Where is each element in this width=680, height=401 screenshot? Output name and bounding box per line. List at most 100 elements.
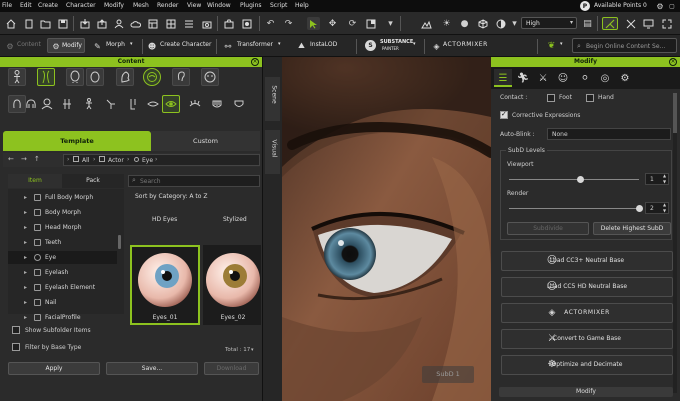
redo-icon[interactable]: ↷ bbox=[282, 17, 295, 30]
gizmo-toggle-icon[interactable] bbox=[602, 17, 618, 30]
settings-icon[interactable]: ⚙ bbox=[619, 72, 631, 84]
menu-edit[interactable]: Edit bbox=[20, 2, 32, 9]
screenshot-icon[interactable] bbox=[222, 17, 235, 30]
load-cc3-neutral-base-button[interactable]: ☺ Load CC3+ Neutral Base bbox=[501, 251, 673, 271]
breadcrumb-all[interactable]: All bbox=[82, 157, 89, 164]
tree-expand-icon[interactable]: ▸ bbox=[24, 251, 27, 264]
auto-blink-select[interactable]: None bbox=[547, 128, 671, 140]
undo-icon[interactable]: ↶ bbox=[264, 17, 277, 30]
up-arrow-icon[interactable]: ↑ bbox=[34, 155, 40, 163]
category-tongue-icon[interactable] bbox=[230, 95, 248, 113]
cloud-icon[interactable] bbox=[129, 17, 142, 30]
hand-checkbox[interactable] bbox=[586, 94, 594, 102]
category-teeth-icon[interactable] bbox=[208, 95, 226, 113]
modify-scrollbar[interactable] bbox=[673, 93, 677, 133]
substance-dropdown-icon[interactable]: ▾ bbox=[413, 41, 416, 47]
list-icon[interactable] bbox=[182, 17, 195, 30]
spin-up-icon[interactable]: ▲ bbox=[663, 202, 666, 207]
category-eye-icon[interactable] bbox=[162, 95, 180, 113]
menu-plugins[interactable]: Plugins bbox=[240, 2, 262, 9]
render-preview-icon[interactable] bbox=[240, 17, 253, 30]
breadcrumb-actor[interactable]: Actor bbox=[108, 157, 124, 164]
transform-menu-icon[interactable]: ▾ bbox=[384, 17, 397, 30]
tab-item[interactable]: Item bbox=[8, 174, 62, 188]
category-mask-icon[interactable] bbox=[201, 68, 219, 86]
download-button[interactable]: Download bbox=[204, 362, 259, 375]
category-neck-icon[interactable] bbox=[58, 95, 76, 113]
category-head-icon[interactable] bbox=[66, 68, 84, 86]
layout-icon[interactable] bbox=[146, 17, 159, 30]
convert-to-game-base-button[interactable]: ⚔ Convert to Game Base bbox=[501, 329, 673, 349]
category-ear-icon[interactable] bbox=[172, 68, 190, 86]
breadcrumb-eye[interactable]: Eye bbox=[142, 157, 153, 164]
pose-icon[interactable]: 🏃︎ bbox=[517, 72, 530, 84]
thumb-eyes-02[interactable]: Eyes_02 bbox=[203, 245, 261, 325]
actormixer-button[interactable]: ◈ ACTORMIXER bbox=[501, 303, 673, 323]
category-arm-icon[interactable] bbox=[102, 95, 120, 113]
move-icon[interactable]: ✥ bbox=[326, 17, 339, 30]
material-icon[interactable]: ⚪ bbox=[579, 72, 591, 84]
export-icon[interactable] bbox=[95, 17, 108, 30]
shading-icon[interactable] bbox=[494, 17, 507, 30]
tab-scene[interactable]: Scene bbox=[265, 77, 280, 121]
close-icon[interactable]: × bbox=[669, 58, 677, 66]
menu-render[interactable]: Render bbox=[157, 2, 178, 9]
load-cc5-hd-neutral-base-button[interactable]: ☺ Load CC5 HD Neutral Base bbox=[501, 277, 673, 297]
viewport-slider-thumb[interactable] bbox=[577, 176, 584, 183]
instalod-button[interactable]: InstaLOD bbox=[310, 41, 337, 48]
quality-select[interactable]: High ▾ bbox=[521, 17, 577, 29]
modify-toggle[interactable]: ⚙ Modify bbox=[47, 38, 85, 53]
category-lips-icon[interactable] bbox=[144, 95, 162, 113]
category-skin-icon[interactable] bbox=[38, 95, 56, 113]
home-icon[interactable] bbox=[4, 17, 17, 30]
sort-label[interactable]: Sort by Category: A to Z bbox=[135, 193, 207, 200]
motion-icon[interactable]: ⚔ bbox=[537, 72, 549, 84]
tree-expand-icon[interactable]: ▸ bbox=[24, 281, 27, 294]
category-face-icon[interactable] bbox=[86, 68, 104, 86]
render-spinbox[interactable]: 2 ▲ ▼ bbox=[645, 202, 669, 214]
category-figure-icon[interactable] bbox=[80, 95, 98, 113]
category-eye-region-icon[interactable] bbox=[143, 68, 161, 86]
actormixer-button[interactable]: ACTORMIXER bbox=[443, 41, 488, 48]
viewport-spinbox[interactable]: 1 ▲ ▼ bbox=[645, 173, 669, 185]
apply-button[interactable]: Apply bbox=[8, 362, 100, 375]
physics-icon[interactable]: ◎ bbox=[599, 72, 611, 84]
new-file-icon[interactable] bbox=[22, 17, 35, 30]
sphere-icon[interactable]: ● bbox=[458, 17, 471, 30]
camera-icon[interactable] bbox=[200, 17, 213, 30]
tree-expand-icon[interactable]: ▸ bbox=[24, 296, 27, 309]
open-folder-icon[interactable] bbox=[39, 17, 52, 30]
content-toggle[interactable]: Content bbox=[17, 41, 41, 48]
morph-button[interactable]: Morph bbox=[106, 41, 125, 48]
morph-dropdown-icon[interactable]: ▾ bbox=[130, 41, 133, 47]
category-body-icon[interactable] bbox=[37, 68, 55, 86]
tree-item[interactable]: ▸ FacialProfile bbox=[8, 311, 117, 324]
category-full-body-icon[interactable] bbox=[8, 68, 26, 86]
category-eyelash-icon[interactable] bbox=[186, 95, 204, 113]
attribute-tab[interactable]: ☰ bbox=[494, 69, 512, 87]
category-leg-icon[interactable] bbox=[124, 95, 142, 113]
terrain-icon[interactable] bbox=[420, 17, 433, 30]
category-profile-icon[interactable] bbox=[116, 68, 134, 86]
spin-up-icon[interactable]: ▲ bbox=[663, 173, 666, 178]
transformer-button[interactable]: Transformer bbox=[237, 41, 273, 48]
quality-settings-icon[interactable]: ▤ bbox=[581, 17, 594, 30]
tree-expand-icon[interactable]: ▸ bbox=[24, 221, 27, 234]
points-expand-icon[interactable]: ▢ bbox=[667, 1, 677, 11]
forward-arrow-icon[interactable]: → bbox=[21, 155, 27, 163]
save-icon[interactable] bbox=[56, 17, 69, 30]
spin-down-icon[interactable]: ▼ bbox=[663, 208, 666, 213]
tree-scrollbar[interactable] bbox=[118, 235, 121, 249]
fullscreen-icon[interactable] bbox=[660, 17, 673, 30]
light-icon[interactable]: ☀ bbox=[440, 17, 453, 30]
delete-highest-subd-button[interactable]: Delete Highest SubD bbox=[593, 222, 671, 235]
tree-item[interactable]: ▸ Full Body Morph bbox=[8, 191, 117, 204]
leaf-icon[interactable]: ❦ bbox=[546, 40, 557, 52]
content-search-input[interactable]: ⌕ Search bbox=[128, 175, 260, 187]
screen-icon[interactable] bbox=[642, 17, 655, 30]
create-character-button[interactable]: Create Character bbox=[160, 41, 211, 48]
tree-item[interactable]: ▸ Eye bbox=[8, 251, 117, 264]
show-subfolder-checkbox[interactable] bbox=[12, 326, 20, 334]
breadcrumb-expand-icon[interactable]: › bbox=[67, 156, 69, 163]
tab-template[interactable]: Template bbox=[3, 131, 151, 151]
